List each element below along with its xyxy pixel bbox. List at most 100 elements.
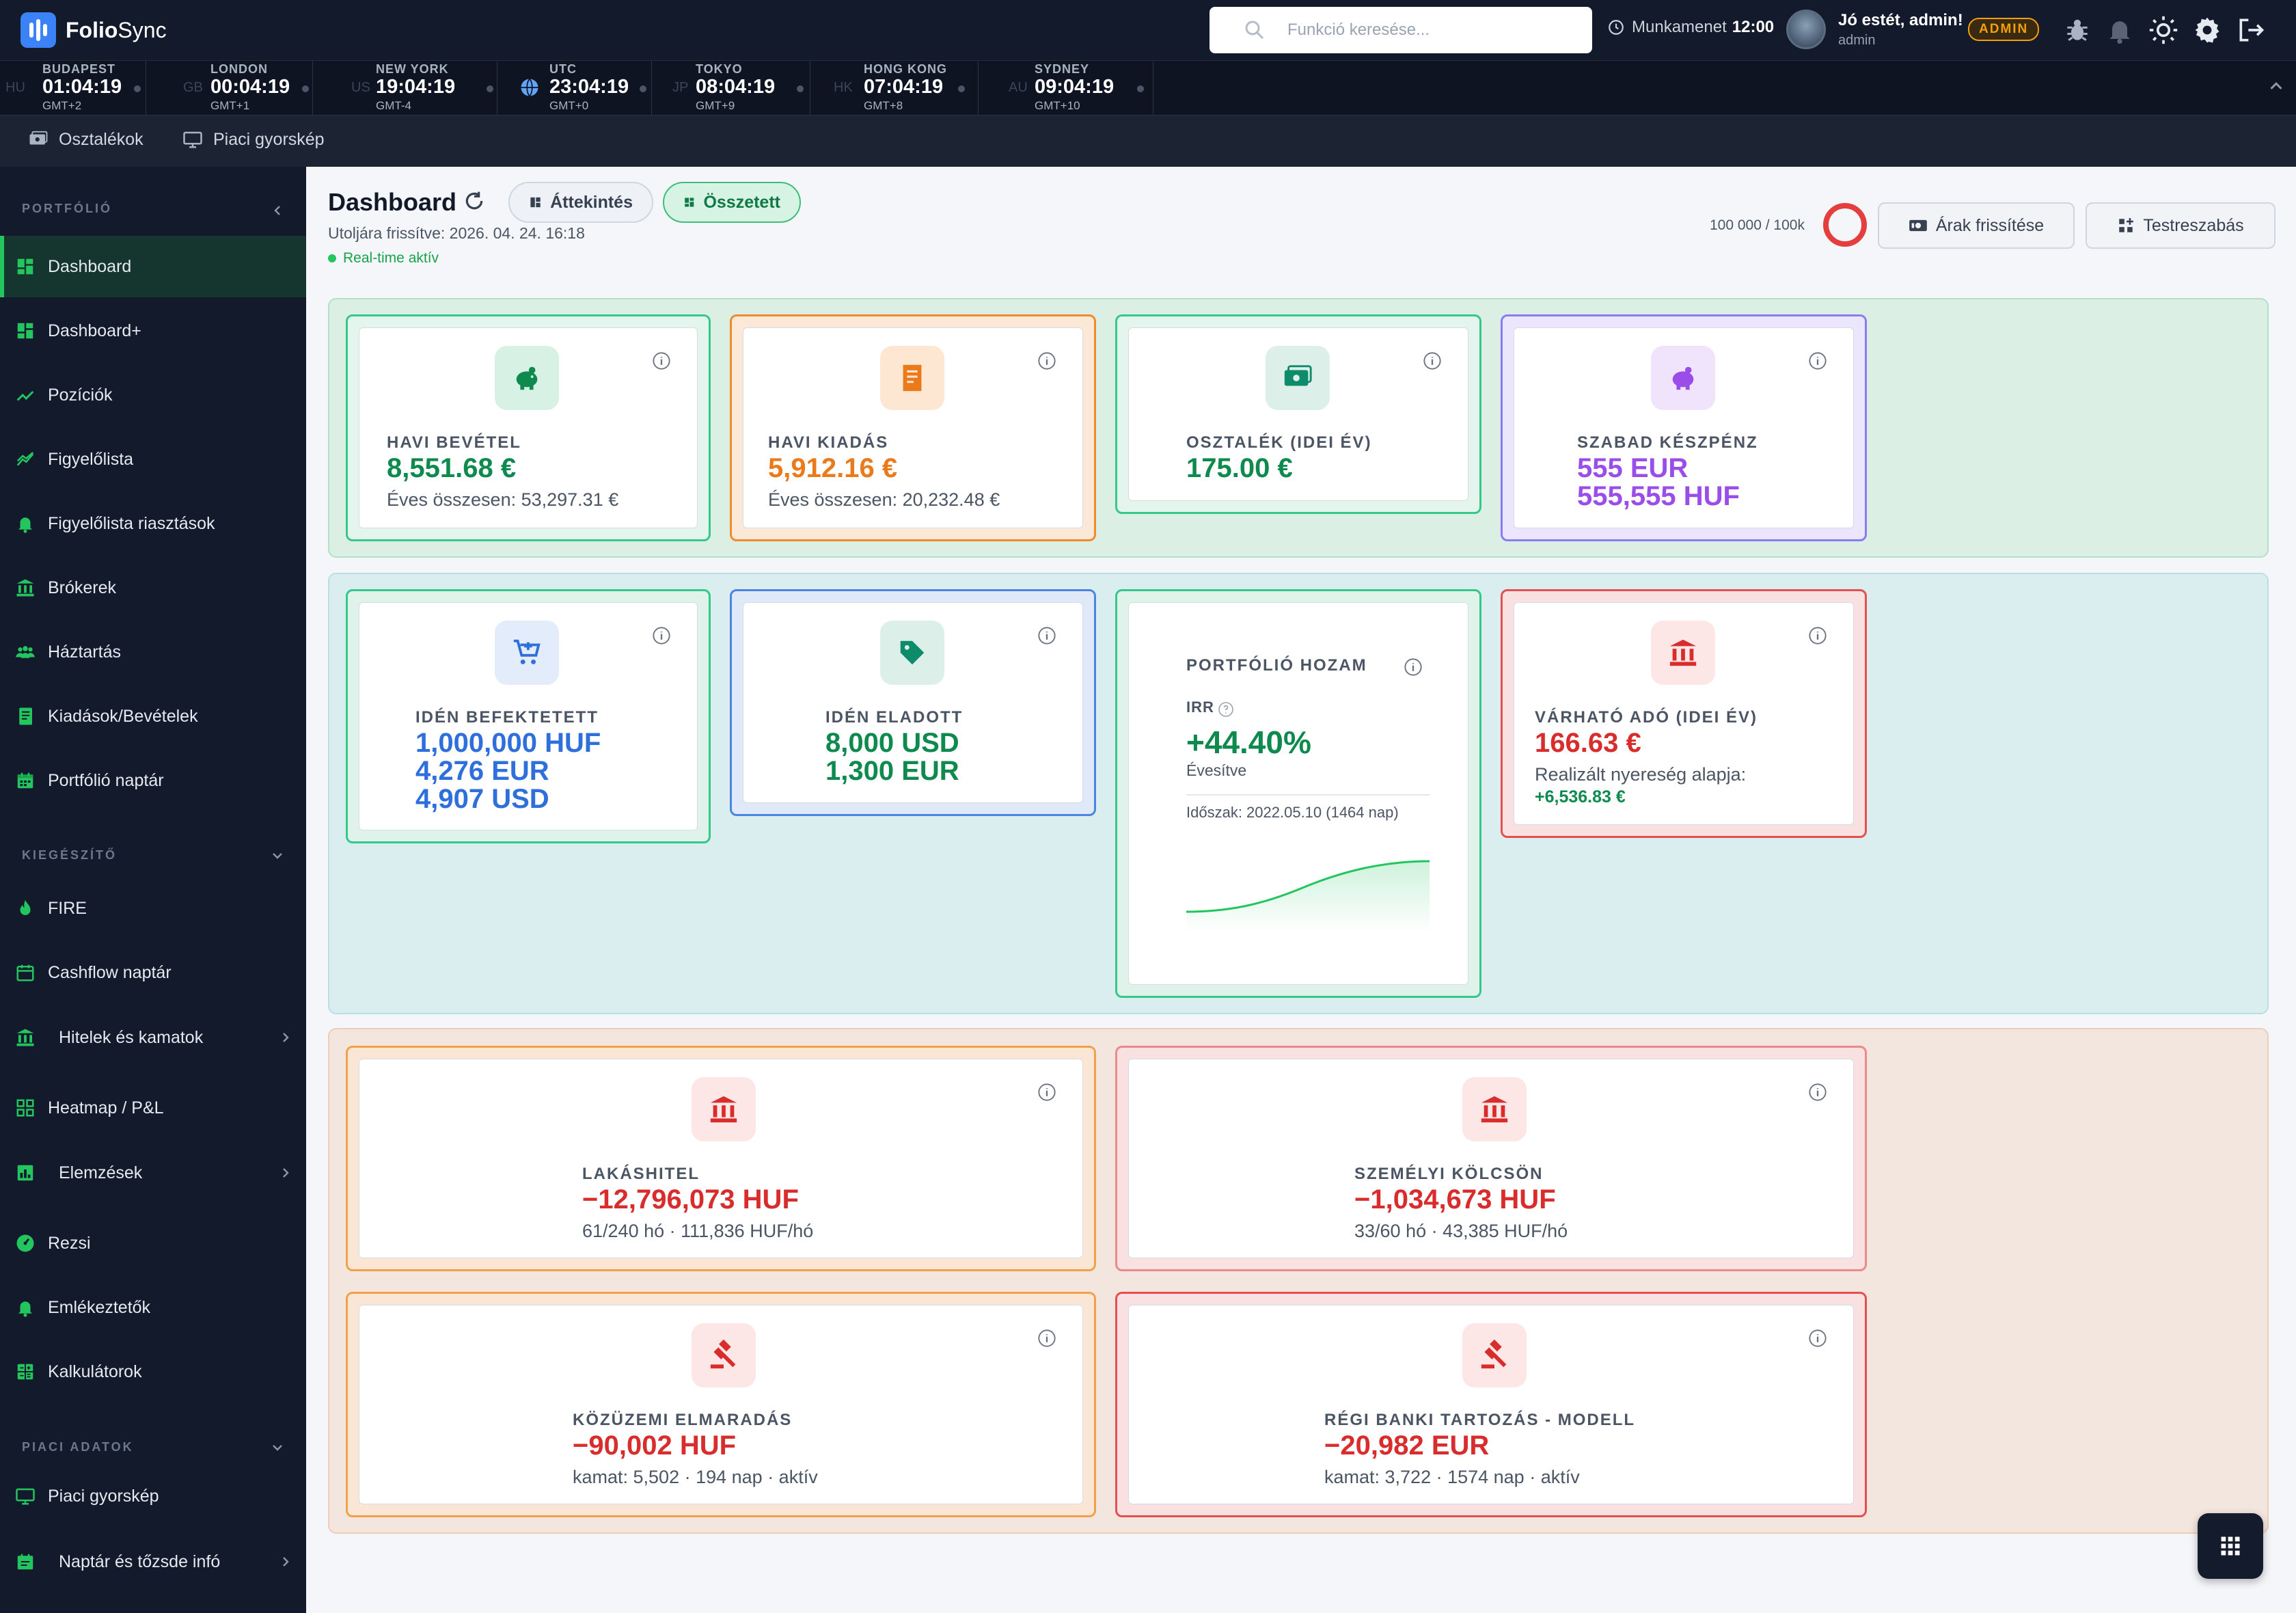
info-icon[interactable] [1037,1083,1056,1102]
sun-icon[interactable] [2148,15,2178,45]
card-free-cash[interactable]: SZABAD KÉSZPÉNZ 555 EUR 555,555 HUF [1501,314,1867,541]
chevron-down-icon[interactable] [269,848,286,864]
sidebar-item-brokers[interactable]: Brókerek [0,557,306,619]
card-monthly-income[interactable]: HAVI BEVÉTEL 8,551.68 € Éves összesen: 5… [346,314,711,541]
apps-grid-button[interactable] [2198,1513,2263,1579]
info-icon[interactable] [1808,1083,1827,1102]
clock-gmt: GMT+8 [864,99,903,112]
card-expected-tax[interactable]: VÁRHATÓ ADÓ (IDEI ÉV) 166.63 € Realizált… [1501,589,1867,838]
sidebar-item-dashboard[interactable]: Dashboard [0,236,306,297]
sidebar-item-watchlist[interactable]: Figyelőlista [0,429,306,490]
apps-grid-icon [2221,1536,2240,1556]
card-sold-this-year[interactable]: IDÉN ELADOTT 8,000 USD 1,300 EUR [730,589,1096,816]
info-icon[interactable] [1037,626,1056,645]
sidebar-item-label: Figyelőlista riasztások [48,513,215,533]
sidebar-item-cashflow-calendar[interactable]: Cashflow naptár [0,942,306,1003]
logout-icon[interactable] [2236,15,2266,45]
dashboard-icon [530,197,541,208]
sidebar-item-fire[interactable]: FIRE [0,878,306,939]
gear-icon[interactable] [2192,15,2222,45]
quick-link-market[interactable]: Piaci gyorskép [182,129,325,150]
country-code: JP [672,80,689,95]
top-bar: FolioSync Munkamenet12:00 Jó estét, admi… [0,0,2296,60]
bug-icon[interactable] [2062,15,2092,45]
button-label: Árak frissítése [1935,215,2045,235]
chevron-up-icon[interactable] [2266,76,2286,96]
sidebar-item-calculators[interactable]: Kalkulátorok [0,1341,306,1402]
tab-combined[interactable]: Összetett [663,182,801,223]
card-utility-arrears[interactable]: KÖZÜZEMI ELMARADÁS −90,002 HUF kamat: 5,… [346,1292,1096,1517]
info-icon[interactable] [652,351,671,370]
dashboard-icon [17,323,33,339]
search-box[interactable] [1210,7,1592,53]
sidebar-item-portfolio-calendar[interactable]: Portfólió naptár [0,750,306,811]
sidebar-item-reminders[interactable]: Emlékeztetők [0,1277,306,1338]
status-dot [958,85,965,92]
info-icon[interactable] [1037,351,1056,370]
gavel-icon [692,1323,756,1387]
sidebar-item-market-snapshot[interactable]: Piaci gyorskép [0,1465,306,1527]
sidebar-item-utilities[interactable]: Rezsi [0,1212,306,1274]
app-logo[interactable]: FolioSync [20,12,167,48]
refresh-icon[interactable] [463,190,485,212]
clock-city: NEW YORK [376,62,449,76]
bell-icon [18,517,32,533]
card-dividend[interactable]: OSZTALÉK (IDEI ÉV) 175.00 € [1115,314,1481,514]
sidebar-item-watchlist-alerts[interactable]: Figyelőlista riasztások [0,493,306,554]
help-icon[interactable] [1218,701,1234,718]
sidebar-item-loans[interactable]: Hitelek és kamatok [0,1007,306,1068]
quick-link-dividends[interactable]: Osztalékok [27,129,144,150]
globe-icon [521,78,538,97]
clock-sydney: AU SYDNEY 09:04:19 GMT+10 [979,61,1153,116]
irr-annualized: Évesítve [1186,761,1247,779]
avatar[interactable] [1786,10,1826,49]
tab-overview[interactable]: Áttekintés [508,182,653,223]
card-label: HAVI KIADÁS [768,433,889,452]
info-icon[interactable] [1037,1329,1056,1348]
irr-value: +44.40% [1186,724,1311,760]
refresh-prices-button[interactable]: Árak frissítése [1878,202,2075,249]
info-icon[interactable] [1423,351,1442,370]
chevron-down-icon[interactable] [269,1439,286,1456]
realtime-status: Real-time aktív [328,250,439,267]
sidebar-item-household[interactable]: Háztartás [0,621,306,683]
sidebar-item-dashboard-plus[interactable]: Dashboard+ [0,300,306,362]
bell-icon[interactable] [2105,15,2135,45]
irr-period: Időszak: 2022.05.10 (1464 nap) [1186,804,1399,821]
sidebar-item-expenses[interactable]: Kiadások/Bevételek [0,686,306,747]
search-input[interactable] [1287,21,1574,40]
sidebar-item-label: Heatmap / P&L [48,1098,164,1117]
card-value: −20,982 EUR [1324,1431,1490,1461]
quick-link-label: Piaci gyorskép [213,129,325,149]
clock-time: 00:04:19 [210,76,290,98]
cart-icon [495,621,559,685]
divider [1186,794,1430,796]
card-monthly-expense[interactable]: HAVI KIADÁS 5,912.16 € Éves összesen: 20… [730,314,1096,541]
card-invested-this-year[interactable]: IDÉN BEFEKTETETT 1,000,000 HUF 4,276 EUR… [346,589,711,843]
status-dot [134,85,141,92]
card-portfolio-return[interactable]: PORTFÓLIÓ HOZAM IRR +44.40% Évesítve Idő… [1115,589,1481,998]
info-icon[interactable] [1808,626,1827,645]
info-icon[interactable] [1404,658,1423,677]
bank-icon [16,579,34,597]
sidebar-item-exchange-calendar[interactable]: Naptár és tőzsde infó [0,1531,306,1592]
info-icon[interactable] [1808,351,1827,370]
calendar-icon [16,964,34,981]
gavel-icon [1462,1323,1527,1387]
sidebar-item-label: Figyelőlista [48,449,134,469]
chevron-left-icon[interactable] [269,202,286,219]
customize-button[interactable]: Testreszabás [2086,202,2276,249]
info-icon[interactable] [652,626,671,645]
sidebar-item-analyses[interactable]: Elemzések [0,1142,306,1204]
card-mortgage[interactable]: LAKÁSHITEL −12,796,073 HUF 61/240 hó · 1… [346,1046,1096,1271]
sidebar-item-heatmap[interactable]: Heatmap / P&L [0,1077,306,1139]
card-personal-loan[interactable]: SZEMÉLYI KÖLCSÖN −1,034,673 HUF 33/60 hó… [1115,1046,1867,1271]
calendar-icon [17,1554,33,1570]
clock-utc: UTC 23:04:19 GMT+0 [497,61,652,116]
info-icon[interactable] [1808,1329,1827,1348]
card-old-bank-debt[interactable]: RÉGI BANKI TARTOZÁS - MODELL −20,982 EUR… [1115,1292,1867,1517]
sidebar-section-market: PIACI ADATOK [22,1440,134,1454]
clock-time: 01:04:19 [42,76,122,98]
sidebar-item-label: Dashboard [48,256,132,276]
sidebar-item-positions[interactable]: Pozíciók [0,364,306,426]
